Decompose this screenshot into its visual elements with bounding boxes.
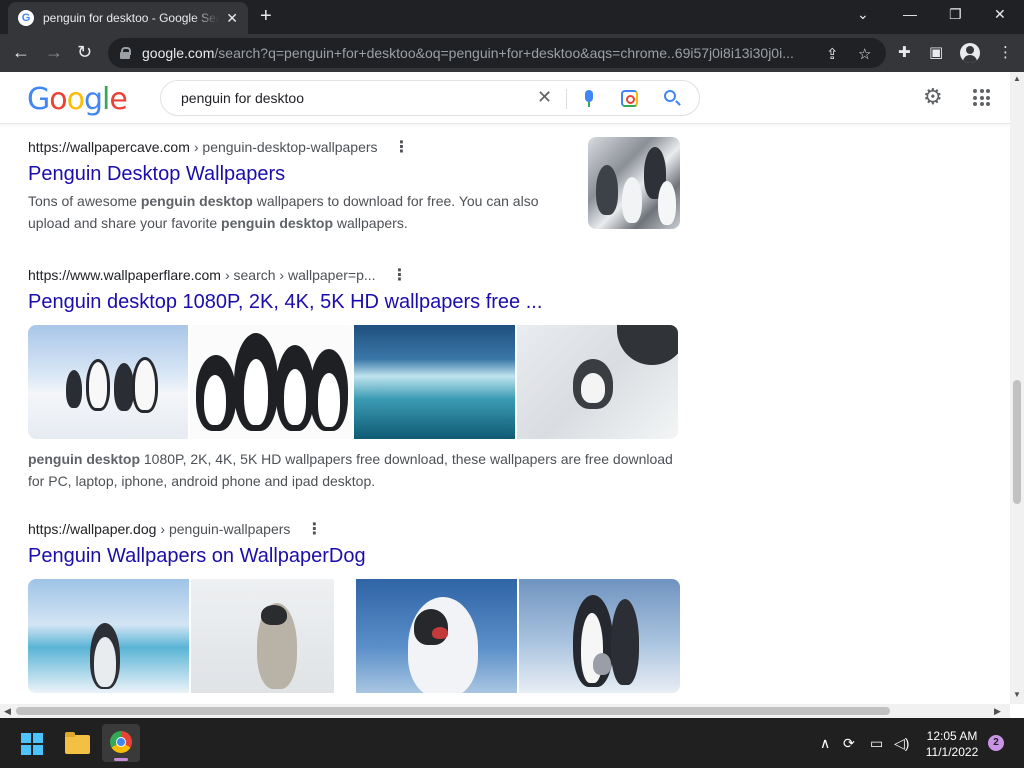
google-apps-grid-icon[interactable]: [973, 89, 990, 106]
browser-tab-active[interactable]: G penguin for desktoo - Google Search ✕: [8, 2, 248, 34]
voice-search-mic-icon[interactable]: [585, 90, 593, 107]
side-panel-icon[interactable]: ▣: [929, 43, 943, 61]
result-thumbnail-penguin-group[interactable]: [588, 137, 680, 229]
extensions-icon[interactable]: ✚: [898, 43, 911, 61]
image-gap: [336, 579, 354, 693]
result-image[interactable]: [354, 325, 515, 439]
result-url[interactable]: https://wallpapercave.com › penguin-deskt…: [28, 137, 680, 157]
result-image[interactable]: [190, 325, 352, 439]
result-title-link[interactable]: Penguin desktop 1080P, 2K, 4K, 5K HD wal…: [28, 291, 680, 314]
search-divider: [566, 89, 567, 109]
back-arrow-icon[interactable]: ←: [12, 42, 30, 62]
horizontal-scrollbar[interactable]: ◀ ▶: [0, 704, 1010, 718]
minimize-icon[interactable]: —: [903, 6, 917, 22]
google-header: Google penguin for desktoo ✕ ⚙: [0, 72, 1010, 124]
chrome-icon: [110, 731, 132, 753]
tab-close-icon[interactable]: ✕: [226, 10, 238, 27]
result-title-link[interactable]: Penguin Wallpapers on WallpaperDog: [28, 545, 680, 568]
search-result: https://www.wallpaperflare.com › search ›…: [28, 265, 680, 314]
result-image-strip: [28, 325, 678, 439]
tab-search-chevron-icon[interactable]: ⌄: [857, 6, 869, 23]
new-tab-button[interactable]: +: [260, 6, 272, 26]
sync-icon[interactable]: ⟳: [843, 735, 855, 752]
result-more-options-icon[interactable]: [306, 519, 322, 539]
search-box[interactable]: penguin for desktoo ✕: [160, 80, 700, 116]
clock-time: 12:05 AM: [926, 729, 978, 743]
search-result-snippet-block: penguin desktop 1080P, 2K, 4K, 5K HD wal…: [28, 444, 680, 492]
chrome-taskbar-button[interactable]: [102, 724, 140, 762]
horizontal-scroll-thumb[interactable]: [16, 707, 890, 715]
taskbar-clock[interactable]: 12:05 AM 11/1/2022: [920, 728, 984, 760]
result-url[interactable]: https://wallpaper.dog › penguin-wallpaper…: [28, 519, 680, 539]
active-app-indicator: [114, 758, 128, 761]
search-input[interactable]: penguin for desktoo: [181, 90, 537, 106]
result-more-options-icon[interactable]: [392, 265, 408, 285]
restore-icon[interactable]: ❐: [949, 6, 962, 23]
tab-strip: G penguin for desktoo - Google Search ✕ …: [0, 0, 1024, 34]
result-image[interactable]: [28, 325, 188, 439]
clock-date: 11/1/2022: [925, 745, 979, 759]
result-image-strip: [28, 579, 680, 693]
vertical-scrollbar[interactable]: ▲ ▼: [1010, 72, 1024, 704]
star-icon[interactable]: ☆: [858, 45, 871, 63]
scroll-down-arrow-icon[interactable]: ▼: [1013, 690, 1021, 699]
settings-gear-icon[interactable]: ⚙: [923, 86, 943, 108]
search-results-page: Google penguin for desktoo ✕ ⚙ https://w…: [0, 72, 1010, 704]
address-bar[interactable]: google.com/search?q=penguin+for+desktoo&…: [108, 38, 886, 68]
window-close-icon[interactable]: ✕: [994, 6, 1006, 23]
search-result: https://wallpaper.dog › penguin-wallpaper…: [28, 519, 680, 568]
result-image[interactable]: [519, 579, 680, 693]
google-favicon-icon: G: [18, 10, 34, 26]
scroll-right-arrow-icon[interactable]: ▶: [994, 706, 1001, 717]
result-url[interactable]: https://www.wallpaperflare.com › search ›…: [28, 265, 680, 285]
tab-title: penguin for desktoo - Google Search: [43, 11, 219, 25]
windows-start-icon[interactable]: [21, 733, 43, 755]
result-image[interactable]: [28, 579, 189, 693]
lock-icon[interactable]: [120, 47, 131, 59]
clear-search-icon[interactable]: ✕: [537, 87, 552, 108]
network-icon[interactable]: ▭: [870, 735, 883, 752]
share-icon[interactable]: ⇪: [826, 45, 839, 63]
google-logo[interactable]: Google: [27, 82, 128, 117]
result-image[interactable]: [191, 579, 334, 693]
google-lens-camera-icon[interactable]: [621, 90, 638, 107]
vertical-scroll-thumb[interactable]: [1013, 380, 1021, 504]
forward-arrow-icon[interactable]: →: [45, 42, 63, 62]
menu-icon[interactable]: ⋮: [998, 43, 1013, 61]
reload-icon[interactable]: ↻: [77, 42, 92, 62]
windows-taskbar: ∧ ⟳ ▭ ◁) 12:05 AM 11/1/2022 2: [0, 718, 1024, 768]
show-hidden-icons-chevron-icon[interactable]: ∧: [820, 735, 830, 752]
search-result: https://wallpapercave.com › penguin-deskt…: [28, 137, 680, 234]
result-snippet: penguin desktop 1080P, 2K, 4K, 5K HD wal…: [28, 451, 673, 489]
volume-icon[interactable]: ◁): [894, 735, 909, 752]
search-magnifier-icon[interactable]: [664, 90, 676, 102]
result-image[interactable]: [356, 579, 517, 693]
scroll-left-arrow-icon[interactable]: ◀: [4, 706, 11, 717]
url-text: google.com/search?q=penguin+for+desktoo&…: [142, 45, 794, 61]
browser-toolbar: ← → ↻ google.com/search?q=penguin+for+de…: [0, 34, 1024, 72]
profile-icon[interactable]: [960, 43, 980, 63]
result-image[interactable]: [517, 325, 678, 439]
scroll-up-arrow-icon[interactable]: ▲: [1013, 74, 1021, 83]
result-more-options-icon[interactable]: [394, 137, 410, 157]
result-snippet: Tons of awesome penguin desktop wallpape…: [28, 193, 539, 231]
notification-badge[interactable]: 2: [988, 735, 1004, 751]
result-title-link[interactable]: Penguin Desktop Wallpapers: [28, 163, 680, 186]
file-explorer-folder-icon[interactable]: [65, 732, 90, 754]
